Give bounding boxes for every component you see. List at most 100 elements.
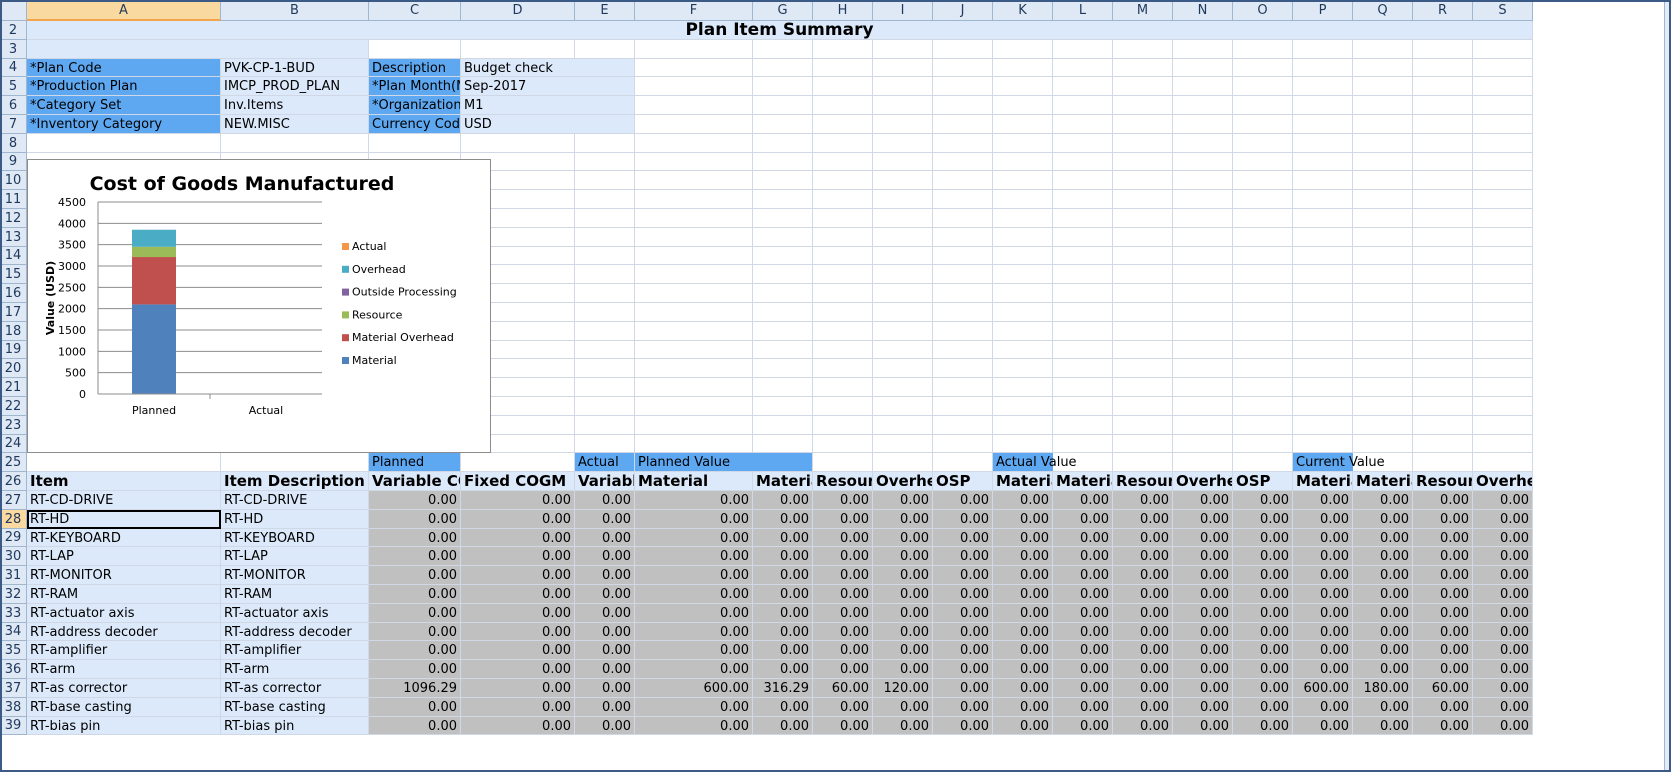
grid-cell[interactable]	[813, 40, 873, 59]
value-cell[interactable]: 0.00	[575, 604, 635, 623]
grid-cell[interactable]	[575, 416, 635, 435]
value-cell[interactable]: 0.00	[873, 529, 933, 547]
grid-cell[interactable]	[1053, 134, 1113, 153]
item-cell[interactable]: RT-bias pin	[27, 717, 221, 735]
value-cell[interactable]: 0.00	[635, 623, 753, 641]
grid-cell[interactable]	[993, 115, 1053, 134]
grid-cell[interactable]	[1473, 265, 1533, 284]
grid-cell[interactable]	[753, 435, 813, 453]
grid-cell[interactable]	[1473, 359, 1533, 378]
grid-cell[interactable]	[1053, 341, 1113, 359]
grid-cell[interactable]	[1173, 378, 1233, 397]
grid-cell[interactable]	[27, 134, 221, 153]
row-header-22[interactable]: 22	[0, 397, 27, 416]
value-cell[interactable]: 0.00	[1233, 679, 1293, 698]
grid-cell[interactable]	[873, 378, 933, 397]
row-header-30[interactable]: 30	[0, 547, 27, 566]
row-header-15[interactable]: 15	[0, 265, 27, 284]
value-cell[interactable]: 0.00	[1353, 510, 1413, 529]
item-description-cell[interactable]: RT-address decoder	[221, 623, 369, 641]
grid-cell[interactable]	[1413, 115, 1473, 134]
value-cell[interactable]: 0.00	[369, 529, 461, 547]
value-cell[interactable]: 0.00	[1053, 660, 1113, 679]
grid-cell[interactable]	[1233, 378, 1293, 397]
value-cell[interactable]: 0.00	[1353, 698, 1413, 717]
row-header-28[interactable]: 28	[0, 510, 27, 529]
value-cell[interactable]: 0.00	[1413, 641, 1473, 660]
row-header-16[interactable]: 16	[0, 284, 27, 303]
grid-cell[interactable]	[933, 171, 993, 190]
row-header-27[interactable]: 27	[0, 491, 27, 510]
value-cell[interactable]: 0.00	[1113, 698, 1173, 717]
value-cell[interactable]: 0.00	[1413, 529, 1473, 547]
grid-cell[interactable]	[635, 115, 753, 134]
grid-cell[interactable]	[635, 77, 753, 96]
value-cell[interactable]: 0.00	[1293, 585, 1353, 604]
grid-cell[interactable]	[1113, 59, 1173, 77]
grid-cell[interactable]	[369, 134, 461, 153]
value-cell[interactable]: 0.00	[813, 491, 873, 510]
value-cell[interactable]: 0.00	[993, 604, 1053, 623]
value-cell[interactable]: 0.00	[1173, 585, 1233, 604]
param-value[interactable]: USD	[461, 115, 635, 134]
grid-cell[interactable]	[1233, 77, 1293, 96]
grid-cell[interactable]	[1233, 397, 1293, 416]
value-cell[interactable]: 0.00	[1293, 604, 1353, 623]
value-cell[interactable]: 0.00	[1353, 547, 1413, 566]
column-header-m[interactable]: M	[1113, 0, 1173, 21]
param-value[interactable]: Inv.Items	[221, 96, 369, 115]
value-cell[interactable]: 0.00	[1473, 604, 1533, 623]
value-cell[interactable]: 0.00	[933, 529, 993, 547]
grid-cell[interactable]	[1413, 322, 1473, 341]
grid-cell[interactable]	[753, 247, 813, 265]
value-cell[interactable]: 0.00	[993, 679, 1053, 698]
value-cell[interactable]: 0.00	[1173, 566, 1233, 585]
grid-cell[interactable]	[1233, 115, 1293, 134]
grid-cell[interactable]	[1353, 359, 1413, 378]
value-cell[interactable]: 0.00	[933, 566, 993, 585]
grid-cell[interactable]	[1413, 453, 1473, 472]
grid-cell[interactable]	[1293, 416, 1353, 435]
row-header-9[interactable]: 9	[0, 153, 27, 171]
column-header-a[interactable]: A	[27, 0, 221, 21]
value-cell[interactable]: 0.00	[1473, 679, 1533, 698]
grid-cell[interactable]	[1413, 341, 1473, 359]
grid-cell[interactable]	[635, 265, 753, 284]
value-cell[interactable]: 0.00	[753, 604, 813, 623]
value-cell[interactable]: 0.00	[1293, 491, 1353, 510]
value-cell[interactable]: 0.00	[753, 717, 813, 735]
value-cell[interactable]: 0.00	[575, 717, 635, 735]
value-cell[interactable]: 0.00	[993, 547, 1053, 566]
row-header-2[interactable]: 2	[0, 21, 27, 40]
grid-cell[interactable]	[1473, 134, 1533, 153]
grid-cell[interactable]	[1053, 397, 1113, 416]
grid-cell[interactable]	[1233, 359, 1293, 378]
grid-cell[interactable]	[1173, 171, 1233, 190]
value-cell[interactable]: 0.00	[461, 717, 575, 735]
grid-cell[interactable]	[933, 265, 993, 284]
grid-cell[interactable]	[1293, 115, 1353, 134]
grid-cell[interactable]	[1113, 284, 1173, 303]
grid-cell[interactable]	[1293, 378, 1353, 397]
grid-cell[interactable]	[753, 359, 813, 378]
value-cell[interactable]: 0.00	[933, 623, 993, 641]
value-cell[interactable]: 0.00	[1113, 529, 1173, 547]
value-cell[interactable]: 0.00	[635, 566, 753, 585]
value-cell[interactable]: 0.00	[753, 623, 813, 641]
row-header-3[interactable]: 3	[0, 40, 27, 59]
grid-cell[interactable]	[1353, 265, 1413, 284]
item-description-cell[interactable]: RT-base casting	[221, 698, 369, 717]
grid-cell[interactable]	[1053, 247, 1113, 265]
grid-cell[interactable]	[873, 247, 933, 265]
grid-cell[interactable]	[1113, 228, 1173, 247]
grid-cell[interactable]	[753, 134, 813, 153]
value-cell[interactable]: 0.00	[1113, 510, 1173, 529]
value-cell[interactable]: 0.00	[369, 717, 461, 735]
value-cell[interactable]: 0.00	[1173, 623, 1233, 641]
item-description-cell[interactable]: RT-HD	[221, 510, 369, 529]
grid-cell[interactable]	[1173, 341, 1233, 359]
grid-cell[interactable]	[1473, 171, 1533, 190]
grid-cell[interactable]	[635, 416, 753, 435]
grid-cell[interactable]	[1293, 153, 1353, 171]
value-cell[interactable]: 0.00	[1173, 717, 1233, 735]
